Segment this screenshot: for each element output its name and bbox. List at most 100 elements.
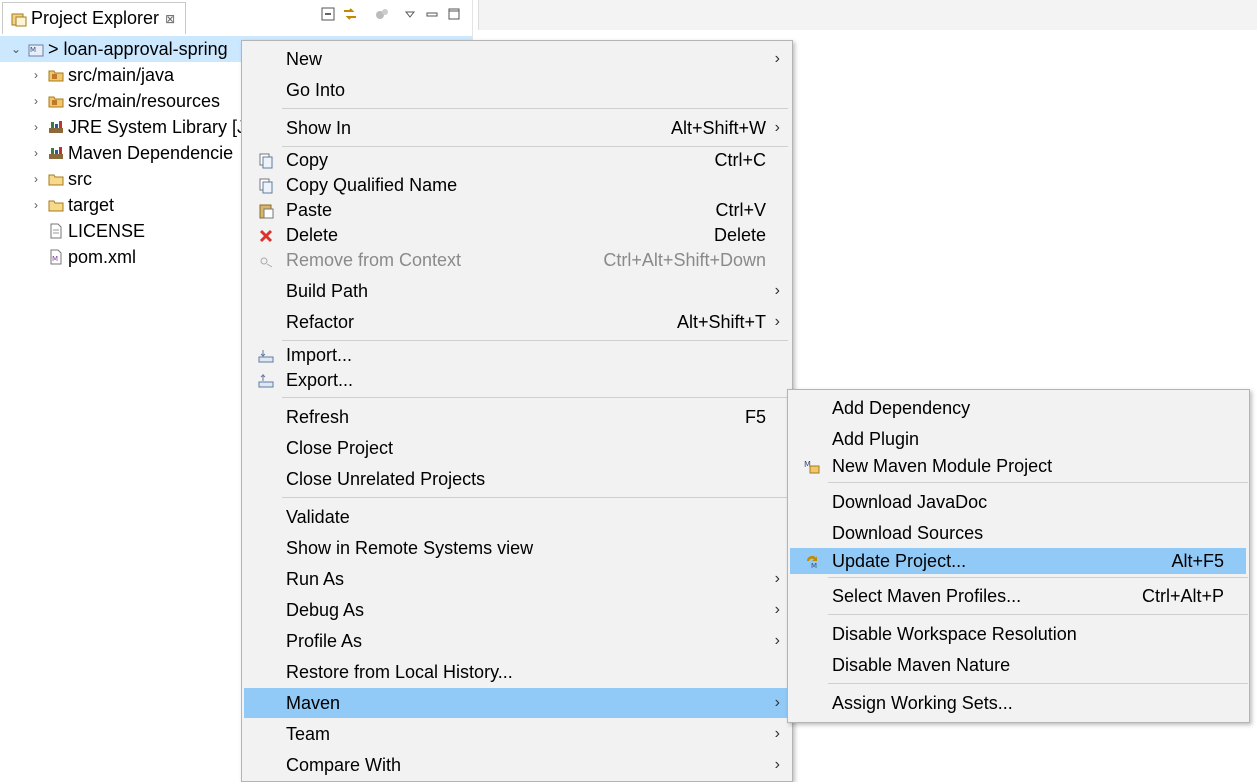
menu-item-build-path[interactable]: Build Path › bbox=[244, 276, 788, 306]
menu-item-go-into[interactable]: Go Into bbox=[244, 75, 788, 105]
menu-item-assign-working-sets[interactable]: Assign Working Sets... bbox=[790, 688, 1246, 718]
remove-from-context-icon bbox=[258, 253, 274, 269]
menu-item-close-unrelated-projects[interactable]: Close Unrelated Projects bbox=[244, 464, 788, 494]
filter-icon[interactable] bbox=[374, 6, 390, 22]
menu-item-debug-as[interactable]: Debug As › bbox=[244, 595, 788, 625]
menu-item-shortcut: Ctrl+Alt+Shift+Down bbox=[603, 250, 766, 270]
menu-item-shortcut: Ctrl+V bbox=[715, 200, 766, 220]
menu-item-show-in[interactable]: Show In Alt+Shift+W › bbox=[244, 113, 788, 143]
menu-item-new[interactable]: New › bbox=[244, 44, 788, 74]
menu-item-label: Remove from Context bbox=[286, 250, 462, 270]
chevron-right-icon: › bbox=[774, 313, 780, 330]
menu-item-label: Show In bbox=[286, 117, 352, 138]
menu-item-profile-as[interactable]: Profile As › bbox=[244, 626, 788, 656]
menu-item-delete[interactable]: Delete Delete bbox=[244, 223, 788, 248]
menu-item-label: Maven bbox=[286, 692, 341, 713]
chevron-right-icon: › bbox=[774, 570, 780, 587]
menu-item-shortcut: Alt+Shift+W bbox=[670, 117, 766, 138]
menu-item-new-maven-module-project[interactable]: M New Maven Module Project bbox=[790, 452, 1246, 480]
menu-item-compare-with[interactable]: Compare With › bbox=[244, 750, 788, 780]
menu-item-shortcut: F5 bbox=[744, 406, 766, 427]
chevron-down-icon[interactable]: ⌄ bbox=[10, 42, 22, 56]
menu-item-label: Download Sources bbox=[832, 522, 984, 543]
maximize-icon[interactable] bbox=[446, 6, 462, 22]
menu-item-validate[interactable]: Validate bbox=[244, 502, 788, 532]
menu-item-shortcut: Alt+F5 bbox=[1171, 550, 1224, 571]
menu-item-add-dependency[interactable]: Add Dependency bbox=[790, 393, 1246, 423]
menu-item-update-project[interactable]: M Update Project... Alt+F5 bbox=[790, 548, 1246, 574]
menu-item-copy-qualified-name[interactable]: Copy Qualified Name bbox=[244, 173, 788, 198]
menu-item-shortcut: Ctrl+C bbox=[714, 150, 766, 170]
menu-item-label: Build Path bbox=[286, 280, 369, 301]
menu-item-maven[interactable]: Maven › bbox=[244, 688, 788, 718]
menu-item-disable-workspace-resolution[interactable]: Disable Workspace Resolution bbox=[790, 619, 1246, 649]
menu-item-import[interactable]: Import... bbox=[244, 343, 788, 368]
xml-file-icon: M bbox=[48, 249, 64, 265]
link-with-editor-icon[interactable] bbox=[342, 6, 358, 22]
menu-item-label: New Maven Module Project bbox=[832, 455, 1053, 476]
menu-item-label: Add Dependency bbox=[832, 397, 971, 418]
menu-item-team[interactable]: Team › bbox=[244, 719, 788, 749]
chevron-right-icon: › bbox=[774, 282, 780, 299]
menu-item-shortcut: Delete bbox=[713, 225, 766, 245]
menu-item-show-in-remote-systems[interactable]: Show in Remote Systems view bbox=[244, 533, 788, 563]
menu-item-paste[interactable]: Paste Ctrl+V bbox=[244, 198, 788, 223]
view-menu-icon[interactable] bbox=[402, 6, 418, 22]
paste-icon bbox=[258, 203, 274, 219]
menu-item-label: Select Maven Profiles... bbox=[832, 585, 1022, 606]
tree-item-label: src/main/resources bbox=[68, 90, 221, 111]
menu-item-add-plugin[interactable]: Add Plugin bbox=[790, 424, 1246, 454]
menu-item-download-javadoc[interactable]: Download JavaDoc bbox=[790, 487, 1246, 517]
editor-area bbox=[478, 0, 1257, 30]
minimize-icon[interactable] bbox=[424, 6, 440, 22]
tree-item-label: Maven Dependencie bbox=[68, 142, 234, 163]
chevron-right-icon[interactable]: › bbox=[30, 94, 42, 108]
svg-text:M: M bbox=[30, 46, 36, 54]
menu-item-refactor[interactable]: Refactor Alt+Shift+T › bbox=[244, 307, 788, 337]
menu-item-run-as[interactable]: Run As › bbox=[244, 564, 788, 594]
menu-item-label: New bbox=[286, 48, 323, 69]
maven-project-icon: M bbox=[28, 41, 44, 57]
menu-item-label: Disable Maven Nature bbox=[832, 654, 1011, 675]
menu-item-label: Debug As bbox=[286, 599, 365, 620]
collapse-all-icon[interactable] bbox=[320, 6, 336, 22]
project-explorer-tab[interactable]: Project Explorer ⊠ bbox=[2, 2, 187, 34]
menu-item-label: Compare With bbox=[286, 754, 402, 775]
menu-item-label: Show in Remote Systems view bbox=[286, 537, 534, 558]
file-icon bbox=[48, 223, 64, 239]
menu-item-close-project[interactable]: Close Project bbox=[244, 433, 788, 463]
project-explorer-icon bbox=[11, 11, 27, 27]
menu-item-label: Export... bbox=[286, 370, 354, 390]
library-icon bbox=[48, 119, 64, 135]
maven-module-icon: M bbox=[804, 458, 820, 474]
chevron-right-icon[interactable]: › bbox=[30, 172, 42, 186]
chevron-right-icon: › bbox=[774, 694, 780, 711]
delete-icon bbox=[258, 228, 274, 244]
context-menu: New › Go Into Show In Alt+Shift+W › Copy Ctr… bbox=[241, 40, 793, 782]
maven-submenu: Add Dependency Add Plugin M New Maven Mo… bbox=[787, 389, 1250, 723]
menu-separator bbox=[828, 482, 1248, 483]
menu-item-disable-maven-nature[interactable]: Disable Maven Nature bbox=[790, 650, 1246, 680]
menu-item-label: Profile As bbox=[286, 630, 363, 651]
menu-item-export[interactable]: Export... bbox=[244, 368, 788, 393]
tree-item-label: src bbox=[68, 168, 92, 189]
menu-item-label: Delete bbox=[286, 225, 339, 245]
chevron-right-icon[interactable]: › bbox=[30, 120, 42, 134]
chevron-right-icon[interactable]: › bbox=[30, 198, 42, 212]
menu-item-copy[interactable]: Copy Ctrl+C bbox=[244, 148, 788, 173]
chevron-right-icon[interactable]: › bbox=[30, 68, 42, 82]
menu-item-restore-from-local-history[interactable]: Restore from Local History... bbox=[244, 657, 788, 687]
menu-item-label: Go Into bbox=[286, 79, 346, 100]
menu-separator bbox=[282, 146, 788, 147]
chevron-right-icon[interactable]: › bbox=[30, 146, 42, 160]
menu-item-select-maven-profiles[interactable]: Select Maven Profiles... Ctrl+Alt+P bbox=[790, 581, 1246, 611]
folder-icon bbox=[48, 171, 64, 187]
chevron-right-icon: › bbox=[774, 756, 780, 773]
menu-item-download-sources[interactable]: Download Sources bbox=[790, 518, 1246, 548]
menu-item-label: Copy bbox=[286, 150, 329, 170]
svg-text:M: M bbox=[52, 255, 58, 263]
menu-item-refresh[interactable]: Refresh F5 bbox=[244, 402, 788, 432]
close-icon[interactable]: ⊠ bbox=[165, 12, 175, 26]
menu-separator bbox=[282, 108, 788, 109]
chevron-right-icon: › bbox=[774, 601, 780, 618]
